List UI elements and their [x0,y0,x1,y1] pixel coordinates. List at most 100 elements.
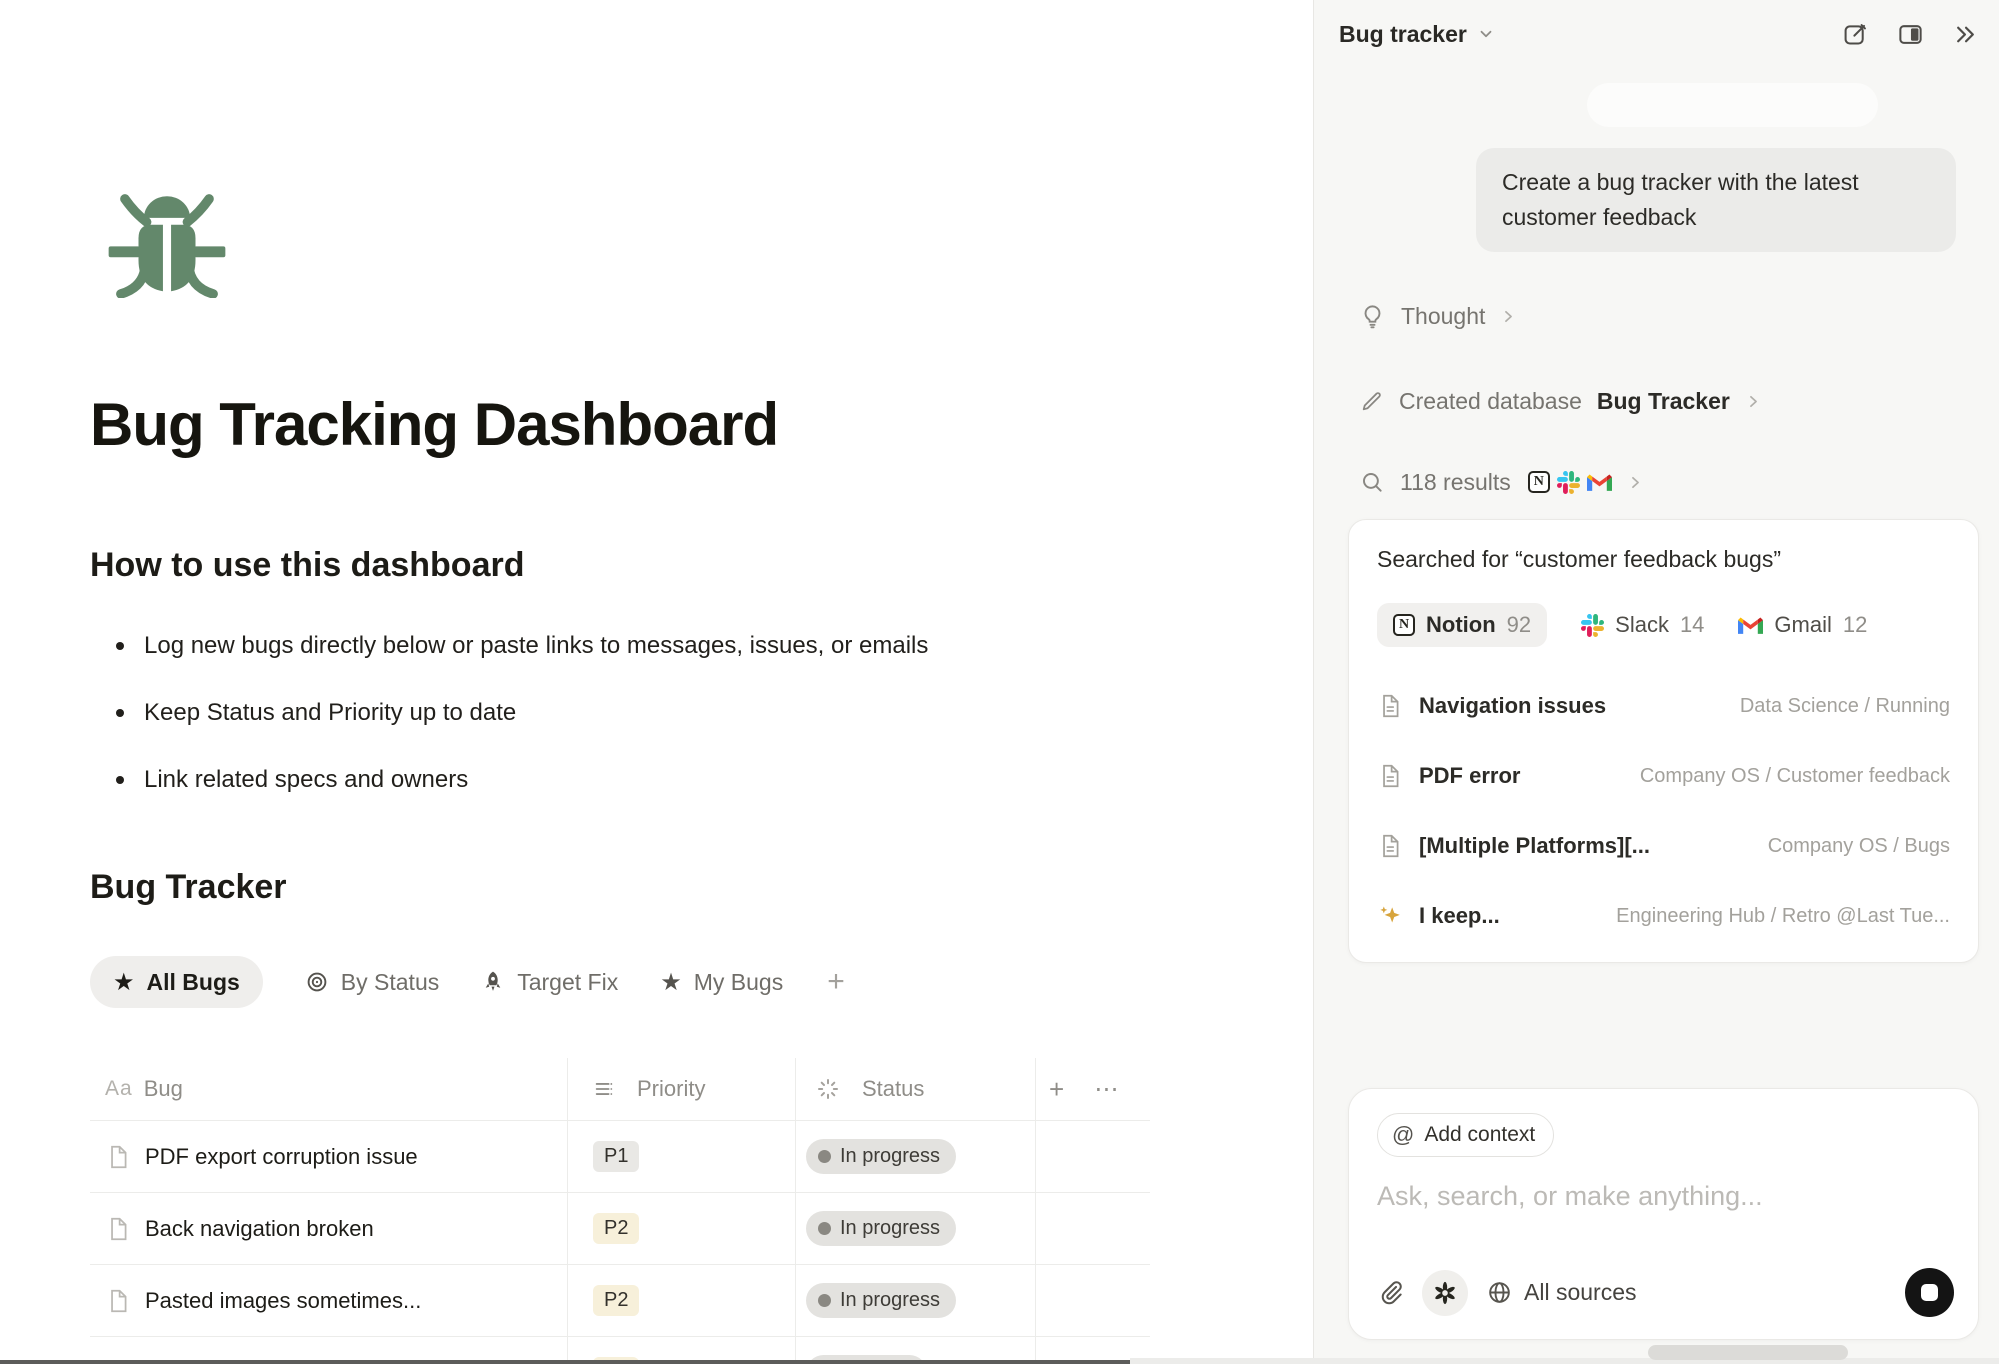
document-icon [1377,763,1403,789]
at-icon: @ [1392,1122,1414,1148]
stop-button[interactable] [1905,1268,1954,1317]
ai-side-panel: Bug tracker [1313,0,1999,1364]
stop-square-icon [1921,1284,1938,1301]
star-icon: ★ [113,970,135,994]
status-dot [818,1150,831,1163]
priority-badge[interactable]: P2 [593,1213,639,1244]
view-tab-by-status[interactable]: By Status [305,969,439,996]
search-icon [1359,469,1385,495]
slack-icon [1581,614,1604,637]
table-row[interactable]: PDF export corruption issue P1 In progre… [90,1120,1150,1192]
add-context-label: Add context [1424,1123,1535,1147]
view-tab-label: All Bugs [147,969,240,996]
scrub-bar-thumb[interactable] [1648,1345,1848,1360]
bullseye-icon [305,970,329,994]
search-card-title: Searched for “customer feedback bugs” [1377,546,1950,573]
table-more-button[interactable]: ⋯ [1094,1075,1118,1103]
panel-title: Bug tracker [1339,21,1467,48]
howto-bullet: Keep Status and Priority up to date [98,697,928,729]
slack-icon [1557,471,1580,494]
chevron-right-icon [1627,474,1644,491]
status-pill[interactable]: In progress [806,1283,956,1318]
search-result-list: Navigation issues Data Science / Running… [1377,671,1950,951]
database-link[interactable]: Bug Tracker [1597,388,1730,415]
status-spinner-icon [816,1077,840,1101]
chatgpt-model-button[interactable] [1422,1270,1468,1316]
add-context-button[interactable]: @ Add context [1377,1113,1554,1157]
status-pill[interactable]: In progress [806,1211,956,1246]
gmail-icon [1738,616,1763,635]
status-pill[interactable]: In progress [806,1139,956,1174]
composer-toolbar: All sources [1377,1268,1954,1317]
rocket-icon [481,970,505,994]
sparkle-icon [1377,903,1403,929]
chip-gmail[interactable]: Gmail 12 [1738,612,1867,638]
select-list-icon [593,1078,615,1100]
priority-badge[interactable]: P2 [593,1285,639,1316]
toggle-panel-icon[interactable] [1897,21,1924,48]
table-row[interactable]: Back navigation broken P2 In progress [90,1192,1150,1264]
chevron-right-icon [1745,393,1762,410]
prompt-input[interactable] [1377,1181,1937,1212]
view-tab-label: By Status [341,969,439,996]
search-result-item[interactable]: I keep... Engineering Hub / Retro @Last … [1377,881,1950,951]
page-icon [105,1144,131,1170]
page-icon [105,1288,131,1314]
table-header-row: Aa Bug Priority [90,1058,1150,1120]
all-sources-button[interactable]: All sources [1486,1279,1636,1306]
search-result-item[interactable]: PDF error Company OS / Customer feedback [1377,741,1950,811]
scrolled-message-peek [1587,83,1878,127]
step-thought[interactable]: Thought [1359,296,1517,336]
scrub-bar-played [0,1360,1130,1364]
gmail-icon [1587,473,1612,492]
priority-badge[interactable]: P1 [593,1141,639,1172]
page-icon [105,1216,131,1242]
add-view-button[interactable]: + [827,965,845,999]
panel-header: Bug tracker [1339,14,1979,54]
column-label: Status [862,1076,924,1102]
bug-table: Aa Bug Priority [90,1058,1150,1364]
attachment-icon[interactable] [1377,1279,1404,1306]
column-header-status[interactable]: Status [795,1058,1035,1120]
view-tab-label: My Bugs [694,969,783,996]
bug-title: Pasted images sometimes... [145,1288,421,1314]
notion-page: Bug Tracking Dashboard How to use this d… [0,0,1313,1364]
star-icon: ★ [660,970,682,994]
column-header-priority[interactable]: Priority [567,1058,795,1120]
notion-icon: N [1528,471,1550,493]
globe-icon [1486,1279,1513,1306]
bug-page-icon[interactable] [98,184,236,298]
column-label: Bug [144,1076,183,1102]
column-header-bug[interactable]: Aa Bug [90,1058,567,1120]
search-result-item[interactable]: [Multiple Platforms][... Company OS / Bu… [1377,811,1950,881]
chip-slack[interactable]: Slack 14 [1581,612,1704,638]
document-icon [1377,693,1403,719]
pencil-icon [1359,389,1384,414]
search-result-item[interactable]: Navigation issues Data Science / Running [1377,671,1950,741]
database-view-tabs: ★ All Bugs By Status [90,956,845,1008]
view-tab-label: Target Fix [517,969,618,996]
table-header-actions: + ⋯ [1035,1058,1150,1120]
chevron-down-icon[interactable] [1477,25,1495,43]
step-search-results[interactable]: 118 results N [1359,462,1644,502]
view-tab-my-bugs[interactable]: ★ My Bugs [660,969,783,996]
step-label: Created database [1399,388,1582,415]
collapse-chevrons-icon[interactable] [1952,21,1979,48]
howto-bullet: Log new bugs directly below or paste lin… [98,630,928,662]
table-row[interactable]: Pasted images sometimes... P2 In progres… [90,1264,1150,1336]
add-property-button[interactable]: + [1049,1074,1064,1105]
user-chat-bubble: Create a bug tracker with the latest cus… [1476,148,1956,252]
step-created-database[interactable]: Created database Bug Tracker [1359,381,1762,421]
step-label: Thought [1401,303,1485,330]
chip-notion[interactable]: N Notion 92 [1377,603,1547,647]
text-type-icon: Aa [105,1077,133,1101]
new-chat-icon[interactable] [1842,21,1869,48]
all-sources-label: All sources [1524,1279,1636,1306]
view-tab-all-bugs[interactable]: ★ All Bugs [90,956,263,1008]
status-dot [818,1294,831,1307]
step-label: 118 results [1400,469,1511,496]
howto-bullet: Link related specs and owners [98,764,928,796]
bug-title: PDF export corruption issue [145,1144,418,1170]
howto-list: Log new bugs directly below or paste lin… [98,630,928,831]
view-tab-target-fix[interactable]: Target Fix [481,969,618,996]
